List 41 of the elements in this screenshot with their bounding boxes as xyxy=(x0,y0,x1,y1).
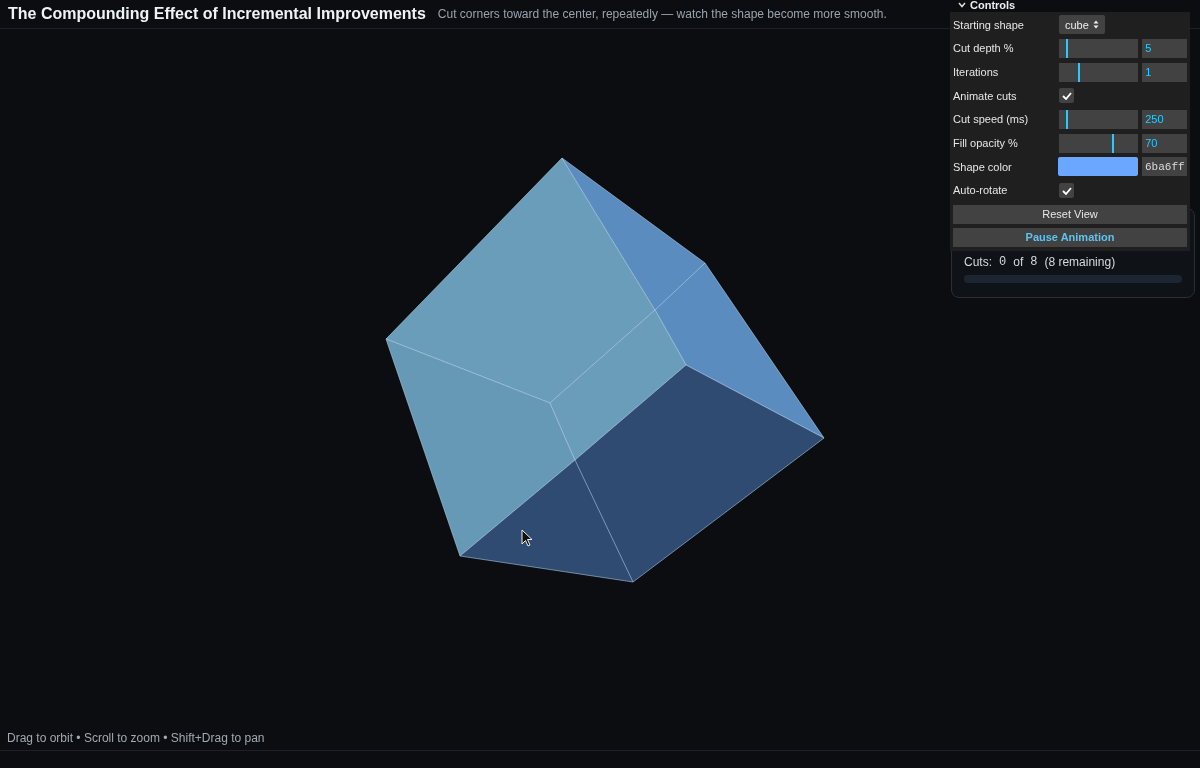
number-field[interactable]: 5 xyxy=(1142,39,1187,59)
slider-track[interactable] xyxy=(1058,62,1139,82)
pause-button[interactable]: Pause Animation xyxy=(953,227,1187,247)
cuts-of: of xyxy=(1013,254,1024,271)
cuts-done: 0 xyxy=(999,254,1007,271)
control-label: Starting shape xyxy=(953,17,1025,33)
color-swatch[interactable] xyxy=(1058,157,1138,177)
checkbox[interactable] xyxy=(1059,183,1074,199)
control-label: Fill opacity % xyxy=(953,136,1019,152)
checkbox[interactable] xyxy=(1059,88,1074,104)
slider-thumb[interactable] xyxy=(1066,39,1069,59)
cursor-icon xyxy=(521,529,533,547)
controls-title[interactable]: Controls xyxy=(970,0,1016,11)
control-label: Cut depth % xyxy=(953,41,1015,57)
control-label: Cut speed (ms) xyxy=(953,112,1030,128)
color-field[interactable]: 6ba6ff xyxy=(1142,157,1187,177)
reset-button[interactable]: Reset View xyxy=(953,204,1187,224)
page-subtitle: Cut corners toward the center, repeatedly — watch the shape become more smooth. xyxy=(437,6,887,23)
slider-thumb[interactable] xyxy=(1066,110,1069,130)
cuts-total: 8 xyxy=(1030,254,1038,271)
cuts-label: Cuts: xyxy=(964,254,992,271)
slider-track[interactable] xyxy=(1058,39,1139,59)
control-label: Animate cuts xyxy=(953,88,1018,104)
chevron-icon[interactable] xyxy=(958,2,966,8)
number-field[interactable]: 1 xyxy=(1142,62,1187,82)
page-title: The Compounding Effect of Incremental Improvements xyxy=(8,4,426,24)
cuts-remaining: (8 remaining) xyxy=(1044,254,1116,271)
shape-select[interactable]: cube xyxy=(1059,15,1105,35)
slider-thumb[interactable] xyxy=(1112,133,1115,153)
number-field[interactable]: 250 xyxy=(1142,110,1187,130)
slider-track[interactable] xyxy=(1058,133,1139,153)
check-icon xyxy=(1061,91,1072,100)
updown-icon xyxy=(1092,20,1099,30)
control-label: Shape color xyxy=(953,159,1013,175)
slider-track[interactable] xyxy=(1058,110,1139,130)
control-label: Iterations xyxy=(953,64,1000,80)
check-icon xyxy=(1061,186,1072,195)
control-label: Auto-rotate xyxy=(953,183,1009,199)
number-field[interactable]: 70 xyxy=(1142,133,1187,153)
hint-text: Drag to orbit • Scroll to zoom • Shift+Drag to pan xyxy=(7,731,265,745)
slider-thumb[interactable] xyxy=(1078,62,1081,82)
